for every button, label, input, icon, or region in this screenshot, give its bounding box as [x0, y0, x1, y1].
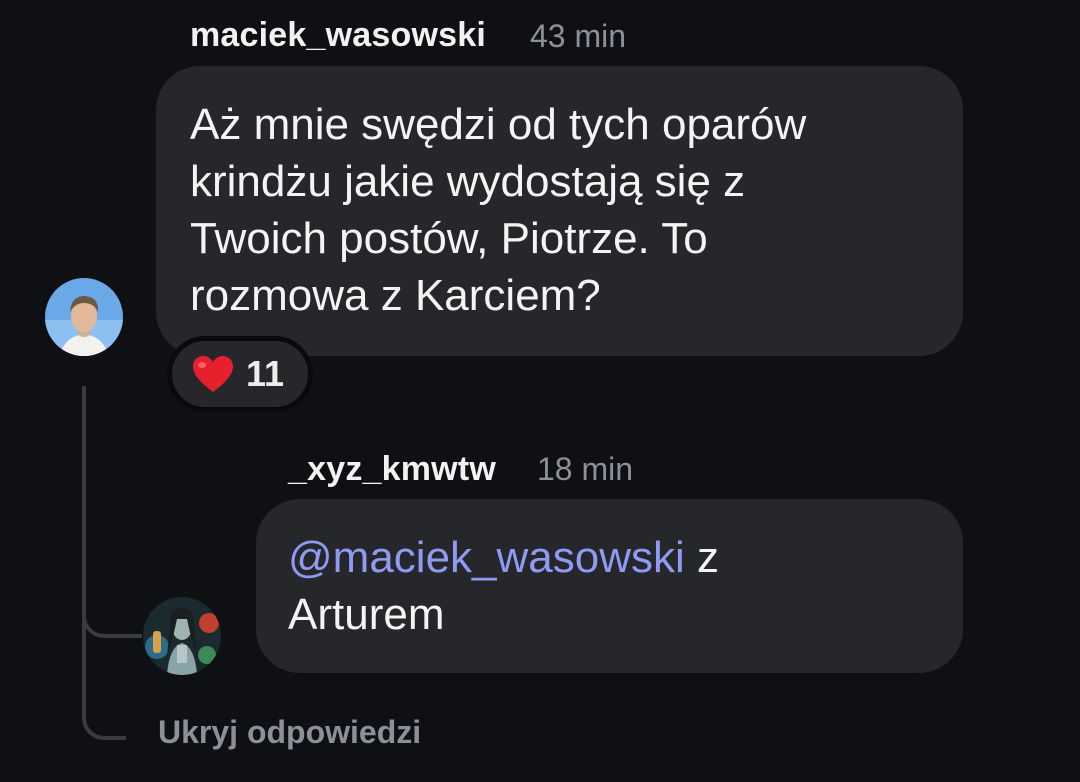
- comment-bubble[interactable]: Aż mnie swędzi od tych oparów krindżu ja…: [156, 66, 963, 356]
- heart-icon: [193, 356, 233, 392]
- hide-replies-button[interactable]: Ukryj odpowiedzi: [158, 714, 421, 751]
- reaction-pill[interactable]: 11: [167, 336, 313, 412]
- reply-text-line: @maciek_wasowski z: [288, 529, 963, 586]
- comment-timestamp: 43 min: [530, 18, 627, 54]
- reply-timestamp: 18 min: [537, 451, 634, 487]
- reaction-count: 11: [246, 353, 285, 394]
- reply-text-fragment: z: [684, 533, 720, 582]
- comment-author-avatar[interactable]: [45, 278, 123, 356]
- reply-author-avatar[interactable]: [143, 597, 221, 675]
- thread-connector-hide: [82, 620, 126, 740]
- comment-text-line: krindżu jakie wydostają się z: [190, 157, 746, 206]
- comment-text-line: Aż mnie swędzi od tych oparów: [190, 100, 807, 149]
- avatar-photo: [45, 278, 123, 356]
- reply-bubble[interactable]: @maciek_wasowski z Arturem: [256, 499, 963, 673]
- avatar-illustration: [143, 597, 221, 675]
- thread-connector-reply: [82, 386, 142, 638]
- reply-username[interactable]: _xyz_kmwtw: [288, 450, 496, 489]
- comment-text-line: rozmowa z Karciem?: [190, 271, 601, 320]
- comments-thread: maciek_wasowski 43 min Aż mnie swędzi od…: [0, 0, 1080, 782]
- comment-username[interactable]: maciek_wasowski: [190, 16, 486, 55]
- reply-text-line: Arturem: [288, 590, 445, 639]
- comment-text-line: Twoich postów, Piotrze. To: [190, 214, 708, 263]
- mention-link[interactable]: @maciek_wasowski: [288, 533, 685, 582]
